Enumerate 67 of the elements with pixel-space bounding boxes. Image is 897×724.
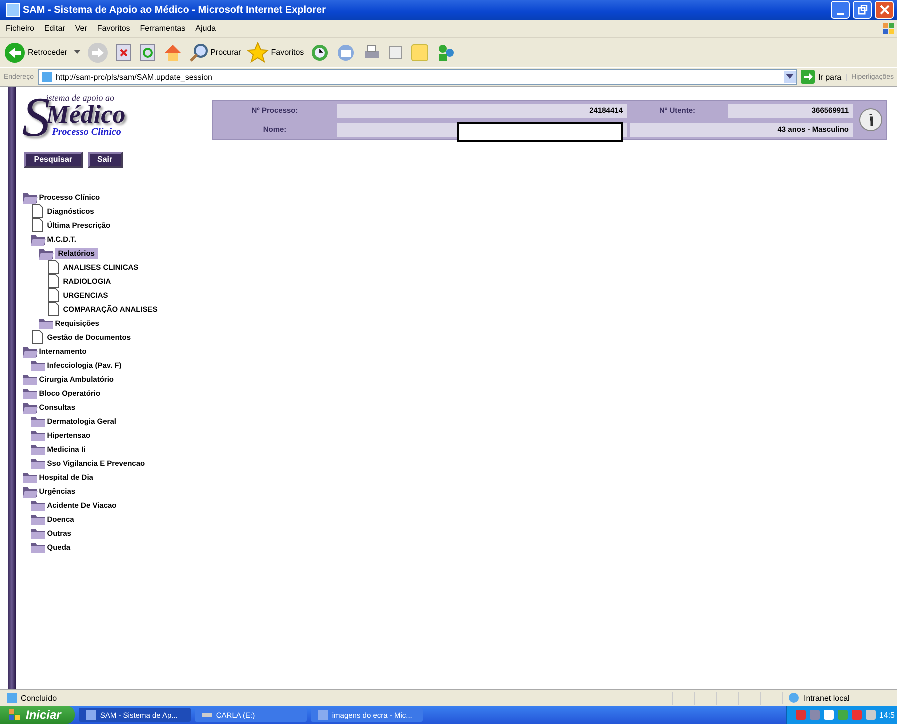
document-icon [46, 260, 62, 274]
clock: 14:5 [879, 710, 895, 720]
status-text: Concluído [21, 694, 58, 702]
window-icon [317, 709, 330, 721]
window-title: SAM - Sistema de Apoio ao Médico - Microsoft Internet Explorer [23, 4, 326, 16]
minimize-button[interactable] [831, 1, 850, 19]
tray-icon [837, 709, 850, 721]
tray-icon [823, 709, 836, 721]
star-icon [247, 42, 270, 64]
go-button[interactable]: Ir para [801, 70, 842, 84]
windows-flag-icon [8, 708, 22, 722]
history-icon [310, 42, 330, 62]
zone-text: Intranet local [804, 694, 850, 702]
document-icon [30, 218, 46, 232]
refresh-icon [138, 44, 157, 62]
back-button[interactable]: Retroceder [4, 42, 68, 64]
restore-button[interactable] [853, 1, 872, 19]
people-icon [436, 42, 456, 62]
caret-icon [786, 74, 794, 80]
stop-icon [114, 44, 133, 62]
mail-button[interactable] [336, 42, 356, 62]
home-icon [162, 42, 183, 62]
tray-icon [795, 709, 808, 721]
start-button[interactable]: Iniciar [0, 706, 76, 724]
menu-item[interactable]: Ferramentas [140, 24, 186, 33]
refresh-button[interactable] [138, 44, 157, 62]
document-icon [30, 204, 46, 218]
page-icon [6, 3, 20, 17]
windows-flag-icon [882, 22, 896, 36]
menu-item[interactable]: Favoritos [97, 24, 130, 33]
note-icon [410, 42, 430, 62]
menu-item[interactable]: Editar [44, 24, 66, 33]
restore-icon [858, 5, 868, 15]
search-button[interactable]: Procurar [188, 42, 242, 62]
page-icon [40, 71, 53, 83]
network-icon [787, 692, 801, 704]
stop-button[interactable] [114, 44, 133, 62]
dropdown-button[interactable] [784, 71, 796, 83]
address-field[interactable]: http://sam-prc/pls/sam/SAM.update_session [38, 69, 798, 85]
document-icon [46, 274, 62, 288]
search-button[interactable]: Pesquisar [24, 152, 83, 168]
document-icon [388, 44, 404, 60]
caret-icon [74, 50, 81, 55]
menu-item[interactable]: Ajuda [196, 24, 216, 33]
menu-item[interactable]: Ver [75, 24, 88, 33]
tray-icon [809, 709, 822, 721]
messenger-button[interactable] [436, 42, 456, 62]
mail-icon [336, 42, 356, 62]
search-icon [188, 42, 209, 62]
document-icon [30, 330, 46, 344]
exit-button[interactable]: Sair [88, 152, 123, 168]
document-icon [46, 302, 62, 316]
go-arrow-icon [801, 70, 816, 84]
close-icon [880, 5, 890, 15]
logo-subtitle: Processo Clínico [52, 127, 122, 138]
close-button[interactable] [875, 1, 894, 19]
page-icon [6, 692, 18, 704]
window-icon [85, 709, 98, 721]
document-icon [46, 288, 62, 302]
edit-button[interactable] [388, 44, 404, 60]
tray-icon [851, 709, 864, 721]
history-button[interactable] [310, 42, 330, 62]
home-button[interactable] [162, 42, 183, 62]
favorites-button[interactable]: Favoritos [247, 42, 304, 64]
tray-icon [865, 709, 878, 721]
menu-item[interactable]: Ficheiro [6, 24, 34, 33]
minimize-icon [837, 12, 844, 14]
